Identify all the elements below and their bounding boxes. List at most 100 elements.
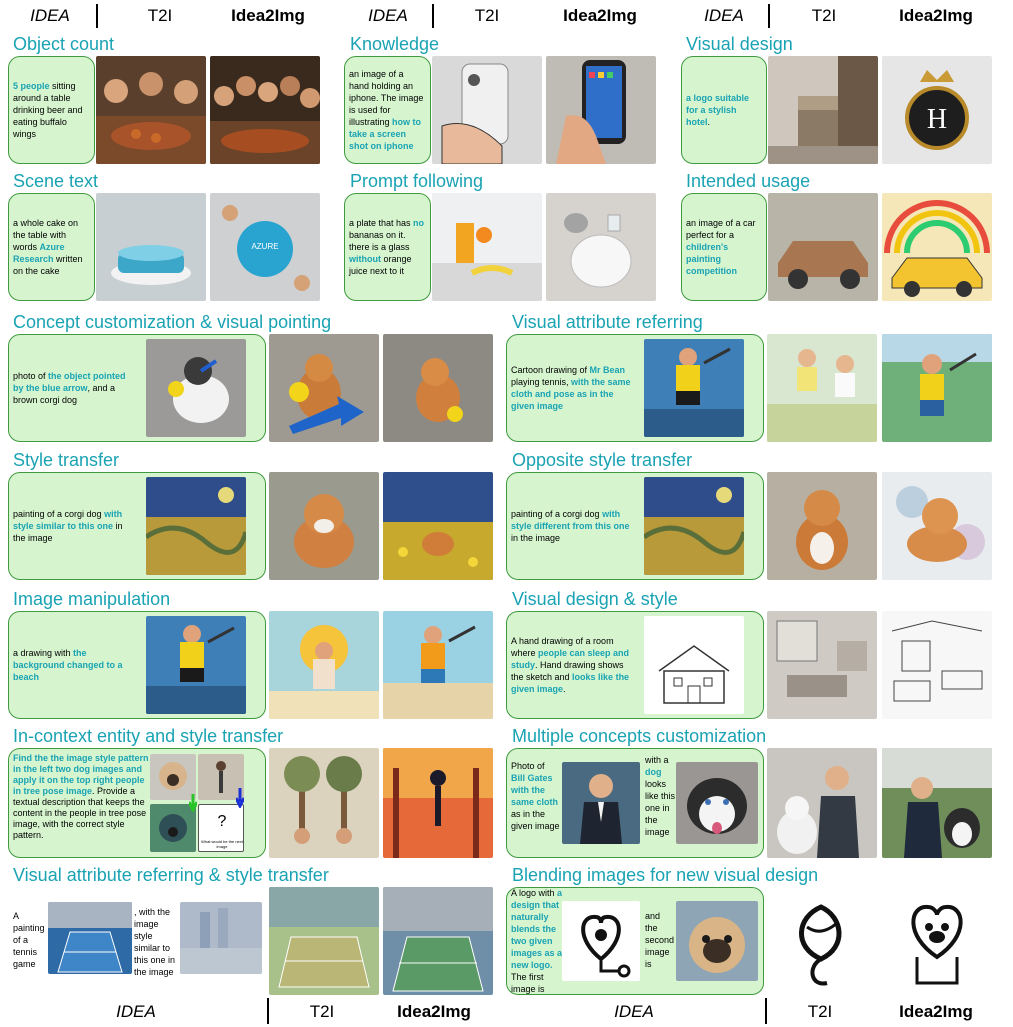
section-title-scene-text: Scene text [13,171,99,191]
footer-idea-1: IDEA [116,1002,156,1021]
question-mark: ? [217,813,227,830]
section-title-visual-design: Visual design [686,34,793,54]
section-title-blending-images: Blending images for new visual design [512,865,819,885]
idea2img-image-visual-design: H [882,56,992,164]
reference-image-monet [180,902,262,974]
header-idea2img-3: Idea2Img [899,6,973,25]
header-separator [96,4,98,28]
section-title-in-context-entity: In-context entity and style transfer [13,726,284,746]
section-title-style-transfer: Style transfer [13,450,120,470]
t2i-image-visual-design-style [767,611,877,719]
visual-attribute-style-prompt-b: , with the image style similar to this o… [134,907,176,977]
idea2img-image-concept-customization [383,334,493,442]
reference-image-stethoscope-logo [562,901,640,981]
t2i-image-multiple-concepts [767,748,877,858]
section-title-knowledge: Knowledge [350,34,440,54]
prompt-card-intended-usage: an image of a car perfect for a children… [681,193,767,301]
header-idea-2: IDEA [368,6,408,25]
reference-image-tennis-game [48,902,132,974]
reference-image-image-manipulation [146,616,246,714]
header-t2i-2: T2I [474,6,500,25]
t2i-image-visual-attribute-referring [767,334,877,442]
section-title-object-count: Object count [13,34,115,54]
prompt-card-prompt-following: a plate that has no bananas on it. there… [344,193,431,301]
idea2img-image-knowledge [546,56,656,164]
question-placeholder: ? What would be the next image [198,804,244,852]
blending-images-prompt-a: A logo with a design that naturally blen… [511,888,563,994]
idea2img-image-prompt-following [546,193,656,301]
header-separator [432,4,434,28]
t2i-image-style-transfer [269,472,379,580]
section-title-concept-customization: Concept customization & visual pointing [13,312,332,332]
header-idea2img-2: Idea2Img [563,6,637,25]
reference-image-visual-design-style [644,616,744,714]
section-title-intended-usage: Intended usage [686,171,811,191]
t2i-image-opposite-style-transfer [767,472,877,580]
green-arrow-icon [189,794,197,812]
section-title-prompt-following: Prompt following [350,171,484,191]
reference-image-bill-gates [562,762,640,844]
t2i-image-blending-images [767,887,877,995]
multiple-concepts-prompt-b: with a dog looks like this one in the im… [645,755,676,837]
idea2img-image-opposite-style-transfer [882,472,992,580]
idea2img-image-intended-usage [882,193,992,301]
blending-images-prompt-b: and the second image is [645,911,675,969]
idea2img-image-visual-attribute-referring [882,334,992,442]
section-title-visual-design-style: Visual design & style [512,589,678,609]
idea2img-image-image-manipulation [383,611,493,719]
section-title-image-manipulation: Image manipulation [13,589,171,609]
footer-idea2img-2: Idea2Img [899,1002,973,1021]
reference-image-opposite-style-transfer [644,477,744,575]
t2i-image-prompt-following [432,193,542,301]
header-idea-3: IDEA [704,6,744,25]
t2i-image-knowledge [432,56,542,164]
reference-image-visual-attribute-referring [644,339,744,437]
footer-t2i-2: T2I [807,1002,833,1021]
svg-text:H: H [927,104,947,135]
idea2img-image-multiple-concepts [882,748,992,858]
t2i-image-scene-text [96,193,206,301]
header-t2i-3: T2I [811,6,837,25]
t2i-image-visual-design [768,56,878,164]
prompt-card-object-count: 5 people sitting around a table drinking… [8,56,95,164]
t2i-image-concept-customization [269,334,379,442]
header-idea-1: IDEA [30,6,70,25]
t2i-image-image-manipulation [269,611,379,719]
header-idea2img-1: Idea2Img [231,6,305,25]
footer-idea-2: IDEA [614,1002,654,1021]
idea2img-image-in-context-entity [383,748,493,858]
idea2img-image-style-transfer [383,472,493,580]
header-separator [768,4,770,28]
prompt-card-knowledge: an image of a hand holding an iphone. Th… [344,56,431,164]
multiple-concepts-prompt-a: Photo of Bill Gates with the same cloth … [511,761,560,831]
t2i-image-visual-attribute-style [269,887,379,995]
idea2img-image-visual-attribute-style [383,887,493,995]
reference-image-husky [676,762,758,844]
section-title-visual-attribute-style: Visual attribute referring & style trans… [13,865,329,885]
svg-text:AZURE: AZURE [251,242,278,251]
idea2img-image-object-count [210,56,320,164]
t2i-image-intended-usage [768,193,878,301]
reference-image-style-transfer [146,477,246,575]
t2i-image-in-context-entity [269,748,379,858]
reference-image-concept-customization [146,339,246,437]
prompt-card-visual-design: a logo suitable for a stylish hotel. [681,56,767,164]
section-title-opposite-style-transfer: Opposite style transfer [512,450,693,470]
t2i-image-object-count [96,56,206,164]
footer-separator [765,998,767,1024]
idea2img-image-visual-design-style [882,611,992,719]
footer-idea2img-1: Idea2Img [397,1002,471,1021]
question-caption: What would be the next image [201,839,243,849]
idea2img-image-scene-text: AZURE [210,193,320,301]
section-title-multiple-concepts: Multiple concepts customization [512,726,767,746]
idea2img-image-blending-images [882,887,992,995]
blue-arrow-icon [236,788,244,808]
section-title-visual-attribute-referring: Visual attribute referring [512,312,703,332]
visual-attribute-style-prompt-a: A painting of a tennis game [13,911,45,969]
reference-image-pug [676,901,758,981]
prompt-card-scene-text: a whole cake on the table with words Azu… [8,193,95,301]
footer-separator [267,998,269,1024]
header-t2i-1: T2I [147,6,173,25]
footer-t2i-1: T2I [309,1002,335,1021]
reference-image-pug-1 [150,754,196,800]
